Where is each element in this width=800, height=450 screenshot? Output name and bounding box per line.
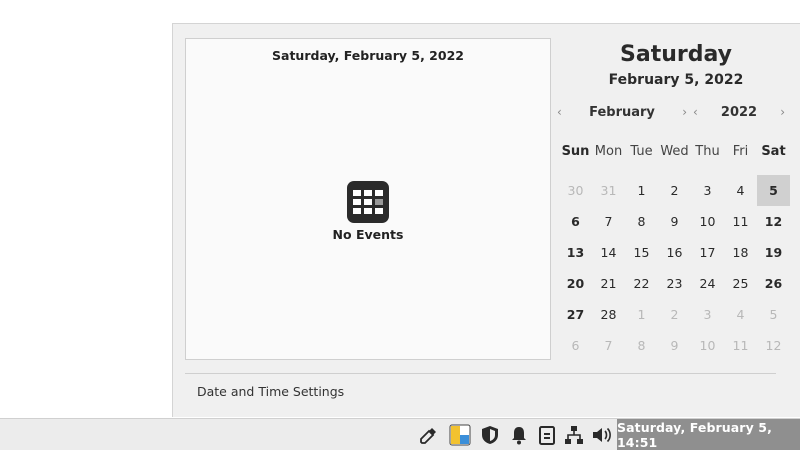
day-cell[interactable]: 1 xyxy=(625,175,658,206)
day-cell[interactable]: 19 xyxy=(757,237,790,268)
weekday-header: Wed xyxy=(660,144,689,159)
week-row: 6 7 8 9 10 11 12 xyxy=(559,330,791,361)
day-cell[interactable]: 22 xyxy=(625,268,658,299)
day-cell[interactable]: 2 xyxy=(658,175,691,206)
divider xyxy=(185,373,776,374)
day-cell[interactable]: 17 xyxy=(691,237,724,268)
day-cell[interactable]: 11 xyxy=(724,330,757,361)
day-cell[interactable]: 16 xyxy=(658,237,691,268)
prev-year-icon[interactable]: ‹ xyxy=(693,105,698,119)
day-cell[interactable]: 2 xyxy=(658,299,691,330)
weekday-header: Tue xyxy=(630,144,653,159)
day-cell[interactable]: 7 xyxy=(592,206,625,237)
week-row: 27 28 1 2 3 4 5 xyxy=(559,299,791,330)
day-cell[interactable]: 4 xyxy=(724,175,757,206)
selected-full-date: February 5, 2022 xyxy=(608,72,744,88)
day-cell[interactable]: 9 xyxy=(658,206,691,237)
day-cell-selected[interactable]: 5 xyxy=(757,175,790,206)
weekday-header: Mon xyxy=(594,144,623,159)
selected-weekday: Saturday xyxy=(620,42,732,67)
day-cell[interactable]: 25 xyxy=(724,268,757,299)
day-cell[interactable]: 24 xyxy=(691,268,724,299)
day-cell[interactable]: 23 xyxy=(658,268,691,299)
week-row: 30 31 1 2 3 4 5 xyxy=(559,175,791,206)
no-events-label: No Events xyxy=(332,227,404,242)
day-cell[interactable]: 4 xyxy=(724,299,757,330)
day-cell[interactable]: 14 xyxy=(592,237,625,268)
day-cell[interactable]: 8 xyxy=(625,206,658,237)
day-cell[interactable]: 30 xyxy=(559,175,592,206)
weekday-header: Sun xyxy=(561,144,590,159)
prev-month-icon[interactable]: ‹ xyxy=(557,105,562,119)
day-cell[interactable]: 8 xyxy=(625,330,658,361)
calendar-grid-icon xyxy=(347,181,389,223)
shield-icon[interactable] xyxy=(479,424,501,446)
day-cell[interactable]: 6 xyxy=(559,330,592,361)
day-cell[interactable]: 26 xyxy=(757,268,790,299)
year-label: 2022 xyxy=(720,104,758,120)
week-row: 6 7 8 9 10 11 12 xyxy=(559,206,791,237)
weekday-header-row: Sun Mon Tue Wed Thu Fri Sat xyxy=(559,136,791,167)
weekday-header: Sat xyxy=(761,144,786,159)
network-icon[interactable] xyxy=(563,424,585,446)
day-cell[interactable]: 9 xyxy=(658,330,691,361)
day-cell[interactable]: 27 xyxy=(559,299,592,330)
day-cell[interactable]: 11 xyxy=(724,206,757,237)
events-pane: Saturday, February 5, 2022 No Events xyxy=(185,38,551,360)
day-cell[interactable]: 18 xyxy=(724,237,757,268)
volume-icon[interactable] xyxy=(591,424,613,446)
year-navigator: ‹ 2022 › xyxy=(693,102,785,122)
day-cell[interactable]: 10 xyxy=(691,206,724,237)
day-cell[interactable]: 10 xyxy=(691,330,724,361)
bottom-panel: Saturday, February 5, 14:51 xyxy=(0,418,800,450)
next-year-icon[interactable]: › xyxy=(780,105,785,119)
day-cell[interactable]: 28 xyxy=(592,299,625,330)
next-month-icon[interactable]: › xyxy=(682,105,687,119)
weekday-header: Thu xyxy=(695,144,720,159)
clipboard-icon[interactable] xyxy=(536,424,558,446)
day-cell[interactable]: 21 xyxy=(592,268,625,299)
grid-spacer xyxy=(559,167,791,175)
day-cell[interactable]: 12 xyxy=(757,330,790,361)
month-grid: Sun Mon Tue Wed Thu Fri Sat 30 31 1 2 3 4 5 6 7 8 9 10 11 1… xyxy=(559,136,791,361)
day-cell[interactable]: 6 xyxy=(559,206,592,237)
weekday-header: Fri xyxy=(732,144,749,159)
color-picker-icon[interactable] xyxy=(418,424,440,446)
day-cell[interactable]: 1 xyxy=(625,299,658,330)
week-row: 13 14 15 16 17 18 19 xyxy=(559,237,791,268)
notification-bell-icon[interactable] xyxy=(508,424,530,446)
month-navigator: ‹ February › xyxy=(557,102,687,122)
day-cell[interactable]: 12 xyxy=(757,206,790,237)
calendar-popup: Saturday, February 5, 2022 No Events Sat… xyxy=(172,23,800,417)
day-cell[interactable]: 7 xyxy=(592,330,625,361)
no-events-placeholder: No Events xyxy=(186,181,550,242)
day-cell[interactable]: 15 xyxy=(625,237,658,268)
month-label: February xyxy=(589,104,655,120)
day-cell[interactable]: 20 xyxy=(559,268,592,299)
day-cell[interactable]: 3 xyxy=(691,175,724,206)
day-cell[interactable]: 5 xyxy=(757,299,790,330)
day-cell[interactable]: 31 xyxy=(592,175,625,206)
events-date-heading: Saturday, February 5, 2022 xyxy=(272,48,464,63)
date-time-settings-link[interactable]: Date and Time Settings xyxy=(197,384,344,399)
panel-clock[interactable]: Saturday, February 5, 14:51 xyxy=(617,419,800,450)
workspace-switcher-icon[interactable] xyxy=(449,424,471,446)
week-row: 20 21 22 23 24 25 26 xyxy=(559,268,791,299)
day-cell[interactable]: 3 xyxy=(691,299,724,330)
day-cell[interactable]: 13 xyxy=(559,237,592,268)
